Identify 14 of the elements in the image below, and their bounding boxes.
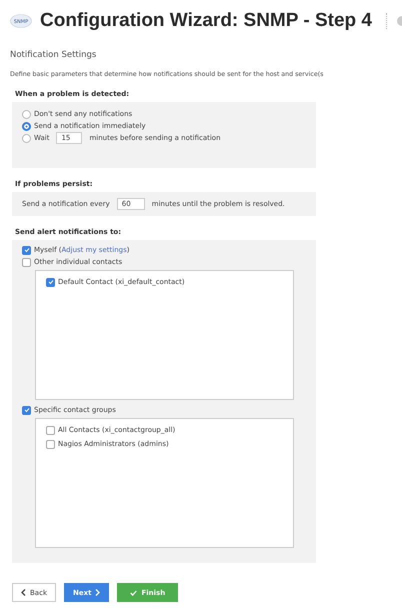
- check-icon: [130, 590, 138, 596]
- chevron-left-icon: [21, 589, 26, 596]
- checkbox[interactable]: [22, 258, 31, 266]
- chevron-right-icon: [95, 589, 100, 596]
- section-title: Notification Settings: [10, 50, 98, 60]
- checkbox[interactable]: [46, 440, 55, 448]
- page-title: Configuration Wizard: SNMP - Step 4: [40, 10, 372, 32]
- checkbox[interactable]: [22, 246, 31, 254]
- checkbox[interactable]: [46, 278, 55, 286]
- checkbox[interactable]: [46, 426, 55, 434]
- checkbox[interactable]: [22, 406, 31, 414]
- radio-button[interactable]: [22, 122, 31, 130]
- radio-button[interactable]: [22, 134, 31, 142]
- radio-button[interactable]: [22, 110, 31, 118]
